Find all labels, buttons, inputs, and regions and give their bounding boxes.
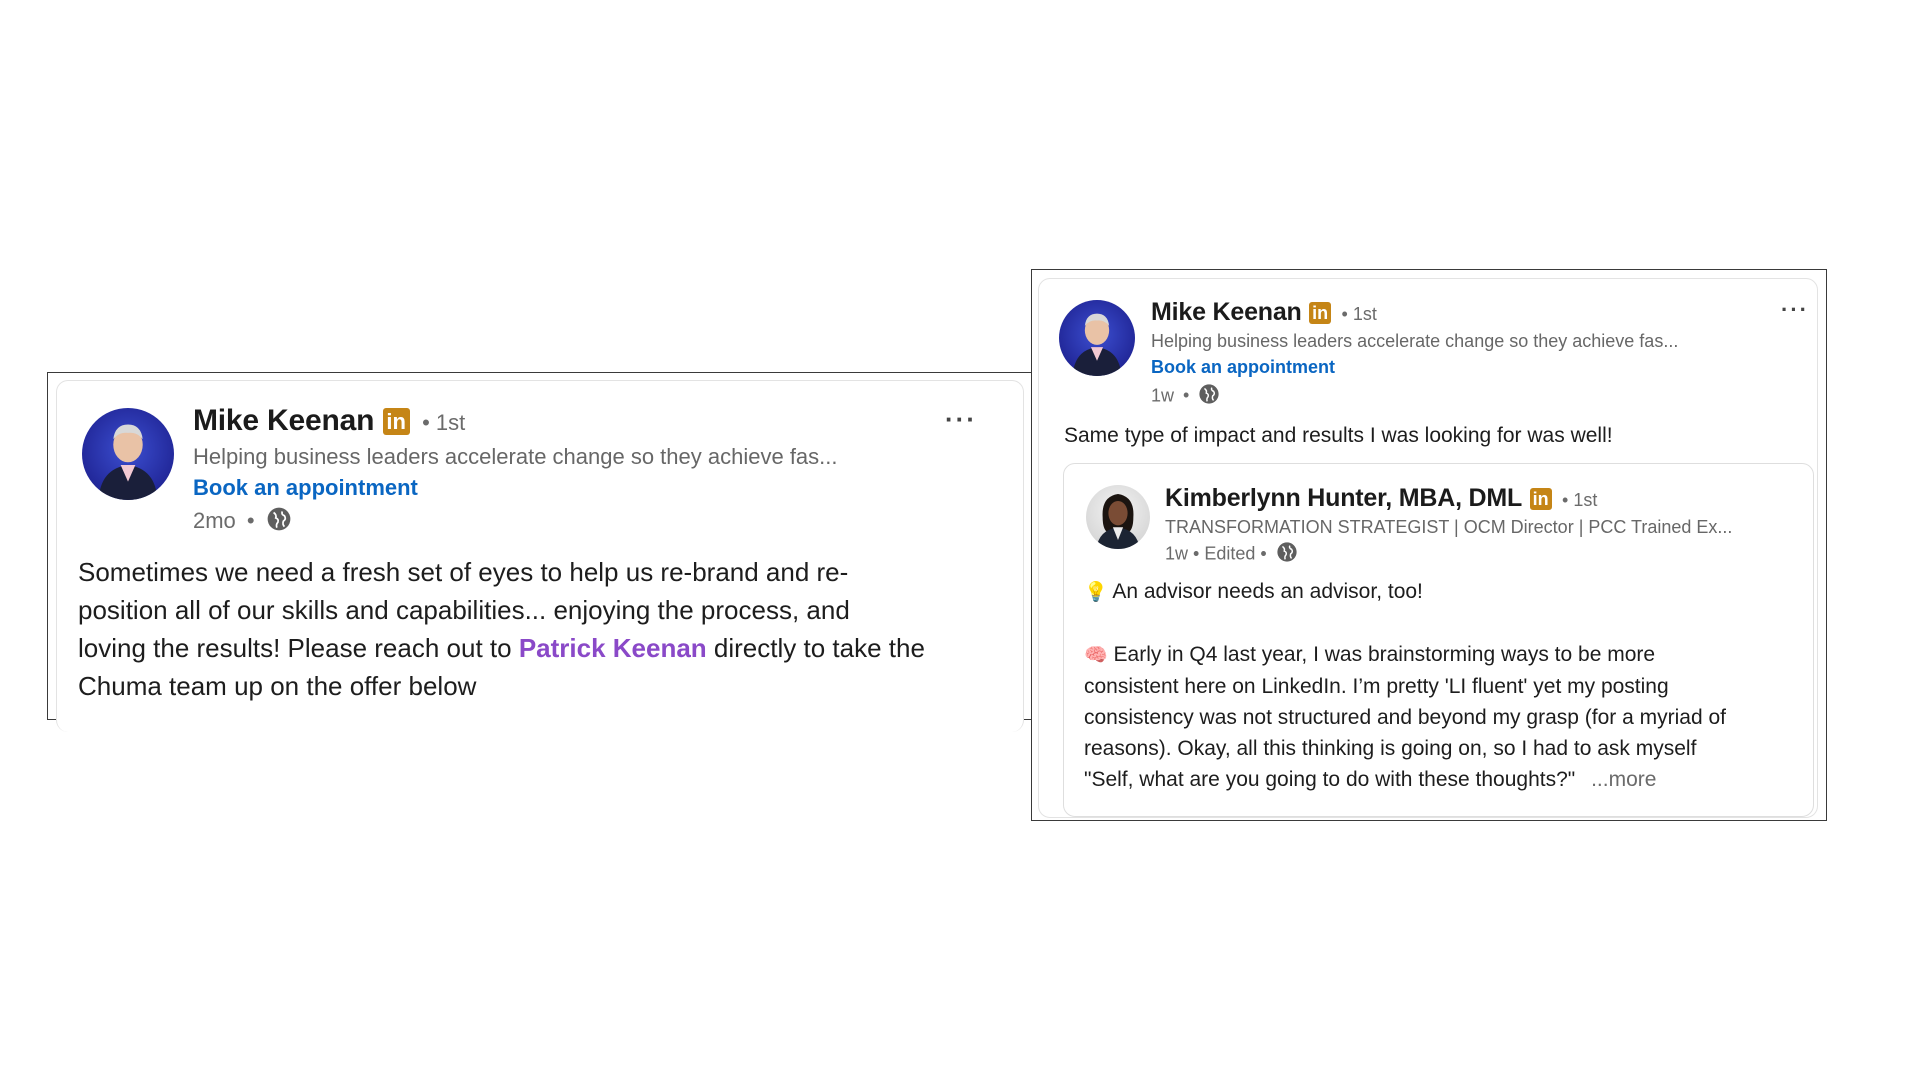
- right-author-header: Mike Keenan in • 1st: [1151, 298, 1377, 330]
- mention-patrick-keenan[interactable]: Patrick Keenan: [519, 633, 707, 663]
- shared-body-line: 🧠 Early in Q4 last year, I was brainstor…: [1084, 643, 1656, 666]
- globe-icon: [266, 506, 292, 538]
- linkedin-badge-icon: in: [382, 408, 410, 436]
- right-more-options-icon[interactable]: ···: [1781, 297, 1809, 323]
- left-author-header: Mike Keenan in • 1st: [193, 404, 465, 440]
- right-author-headline: Helping business leaders accelerate chan…: [1151, 331, 1679, 351]
- shared-body-line: consistent here on LinkedIn. I’m pretty …: [1084, 675, 1669, 698]
- person-photo-icon: [1096, 493, 1140, 549]
- see-more-link[interactable]: ...more: [1591, 768, 1656, 791]
- left-post-body: Sometimes we need a fresh set of eyes to…: [78, 553, 1028, 705]
- right-post-meta: 1w •: [1151, 383, 1220, 410]
- lightbulb-icon: 💡: [1084, 582, 1108, 603]
- shared-author-avatar[interactable]: [1086, 485, 1150, 549]
- globe-icon: [1276, 541, 1298, 568]
- right-post-comment: Same type of impact and results I was lo…: [1064, 424, 1613, 447]
- right-author-avatar[interactable]: [1059, 300, 1135, 376]
- shared-post-body: 💡 An advisor needs an advisor, too! 🧠 Ea…: [1084, 576, 1804, 795]
- brain-icon: 🧠: [1084, 645, 1108, 666]
- left-body-line: position all of our skills and capabilit…: [78, 595, 850, 625]
- shared-author-headline: TRANSFORMATION STRATEGIST | OCM Director…: [1165, 517, 1733, 537]
- shared-post-meta: 1w • Edited •: [1165, 541, 1298, 568]
- shared-body-line: 💡 An advisor needs an advisor, too!: [1084, 580, 1423, 603]
- right-connection-degree: • 1st: [1341, 304, 1377, 324]
- shared-body-line: reasons). Okay, all this thinking is goi…: [1084, 737, 1697, 760]
- shared-connection-degree: • 1st: [1562, 490, 1598, 510]
- right-author-name[interactable]: Mike Keenan: [1151, 298, 1302, 326]
- shared-post-time-edited: 1w • Edited •: [1165, 543, 1267, 564]
- left-author-headline: Helping business leaders accelerate chan…: [193, 444, 838, 469]
- shared-author-name[interactable]: Kimberlynn Hunter, MBA, DML: [1165, 484, 1522, 512]
- person-photo-icon: [1072, 313, 1122, 376]
- shared-body-line: consistency was not structured and beyon…: [1084, 706, 1726, 729]
- shared-author-header: Kimberlynn Hunter, MBA, DML in • 1st: [1165, 484, 1597, 514]
- left-post-time: 2mo: [193, 507, 236, 533]
- left-connection-degree: • 1st: [422, 410, 466, 435]
- left-body-line: Sometimes we need a fresh set of eyes to…: [78, 557, 849, 587]
- left-author-avatar[interactable]: [82, 408, 174, 500]
- left-body-line: loving the results! Please reach out to …: [78, 633, 925, 663]
- left-more-options-icon[interactable]: ···: [945, 404, 977, 435]
- right-post-time: 1w: [1151, 385, 1175, 406]
- left-book-appointment-link[interactable]: Book an appointment: [193, 475, 418, 501]
- person-photo-icon: [98, 424, 158, 500]
- right-book-appointment-link[interactable]: Book an appointment: [1151, 357, 1335, 378]
- globe-icon: [1198, 383, 1220, 410]
- left-body-line: Chuma team up on the offer below: [78, 671, 477, 701]
- linkedin-badge-icon: in: [1529, 487, 1552, 510]
- left-author-name[interactable]: Mike Keenan: [193, 404, 374, 437]
- left-post-meta: 2mo •: [193, 506, 292, 538]
- shared-body-line: "Self, what are you going to do with the…: [1084, 768, 1657, 791]
- linkedin-badge-icon: in: [1309, 301, 1332, 324]
